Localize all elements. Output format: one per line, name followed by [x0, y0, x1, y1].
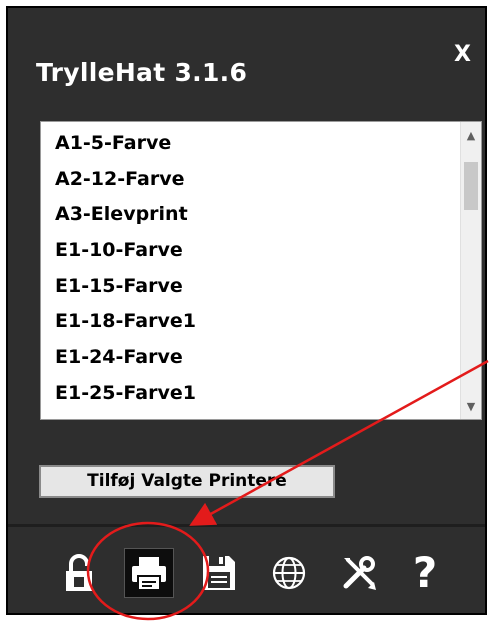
list-item-printer[interactable]: E1-18-Farve1	[41, 304, 461, 340]
scroll-up-arrow-icon[interactable]: ▲	[461, 126, 481, 146]
close-button[interactable]: X	[454, 42, 471, 67]
globe-button[interactable]	[264, 548, 314, 598]
app-window: TrylleHat 3.1.6 X A1-5-Farve A2-12-Farve…	[6, 6, 487, 615]
settings-tools-button[interactable]	[334, 548, 384, 598]
lock-icon	[66, 554, 92, 591]
window-title: TrylleHat 3.1.6	[36, 58, 248, 87]
tools-icon	[343, 556, 376, 590]
vertical-scrollbar[interactable]: ▲ ▼	[460, 122, 481, 419]
list-item-printer[interactable]: A3-Elevprint	[41, 197, 461, 233]
printer-icon	[132, 557, 166, 591]
save-button[interactable]	[194, 548, 244, 598]
list-item-printer[interactable]: E1-15-Farve	[41, 269, 461, 305]
globe-icon	[272, 556, 306, 590]
lock-button[interactable]	[54, 548, 104, 598]
help-icon: ?	[412, 548, 438, 597]
list-item-printer[interactable]: E1-10-Farve	[41, 233, 461, 269]
toolbar-divider	[8, 524, 485, 527]
scroll-down-arrow-icon[interactable]: ▼	[461, 397, 481, 417]
printer-list[interactable]: A1-5-Farve A2-12-Farve A3-Elevprint E1-1…	[40, 121, 482, 420]
help-button[interactable]: ?	[400, 548, 450, 598]
printer-list-items: A1-5-Farve A2-12-Farve A3-Elevprint E1-1…	[41, 122, 461, 419]
list-item-printer[interactable]: A2-12-Farve	[41, 162, 461, 198]
printer-button[interactable]	[124, 548, 174, 598]
list-item-printer[interactable]: A1-5-Farve	[41, 126, 461, 162]
add-selected-printers-button[interactable]: Tilføj Valgte Printere	[39, 465, 335, 498]
list-item-printer[interactable]: E1-25-Farve1	[41, 376, 461, 412]
list-item-printer[interactable]: E1-24-Farve	[41, 340, 461, 376]
save-icon	[203, 556, 235, 590]
bottom-toolbar: ?	[8, 538, 485, 608]
scroll-thumb[interactable]	[464, 162, 478, 210]
